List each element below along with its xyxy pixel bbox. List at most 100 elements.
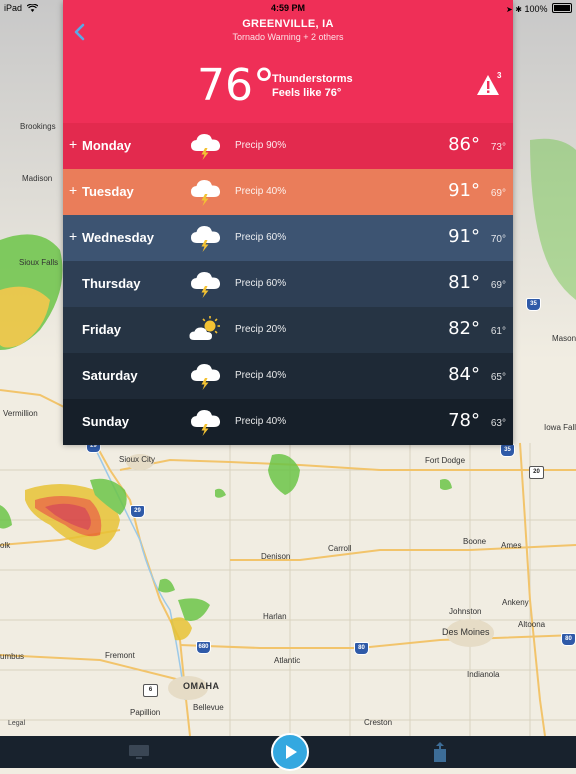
forecast-precip: Precip 40% (235, 370, 287, 381)
partly-sunny-icon (189, 315, 223, 345)
map-city-label: Mason (552, 334, 576, 343)
forecast-row-sunday[interactable]: Sunday Precip 40% 78° 63° (63, 399, 513, 445)
forecast-day-name: Sunday (82, 414, 129, 429)
forecast-row-wednesday[interactable]: + Wednesday Precip 60% 91° 70° (63, 215, 513, 261)
forecast-high-temp: 78° (448, 410, 480, 431)
map-city-label: Iowa Falls (544, 423, 576, 432)
thunderstorm-icon (189, 407, 223, 437)
forecast-row-saturday[interactable]: Saturday Precip 40% 84° 65° (63, 353, 513, 399)
map-city-label: Fort Dodge (425, 456, 466, 465)
forecast-precip: Precip 20% (235, 324, 287, 335)
forecast-low-temp: 63° (490, 418, 506, 429)
share-button[interactable] (432, 741, 448, 763)
forecast-low-temp: 65° (490, 372, 506, 383)
weather-panel: GREENVILLE, IA Tornado Warning + 2 other… (63, 0, 513, 445)
battery-percent: 100% (524, 4, 548, 14)
map-city-label: Fremont (105, 651, 135, 660)
forecast-low-temp: 61° (490, 326, 506, 337)
interstate-shield: 35 (526, 298, 541, 311)
us-highway-shield: 6 (143, 684, 158, 697)
tv-button[interactable] (128, 744, 150, 760)
forecast-high-temp: 84° (448, 364, 480, 385)
map-city-label: Altoona (518, 620, 546, 629)
forecast-precip: Precip 60% (235, 232, 287, 243)
expand-plus-icon[interactable]: + (69, 182, 77, 198)
forecast-precip: Precip 40% (235, 186, 287, 197)
status-right: ➤ ✱ 100% (506, 3, 572, 14)
forecast-day-name: Friday (82, 322, 122, 337)
forecast-day-name: Thursday (82, 276, 141, 291)
forecast-precip: Precip 60% (235, 278, 287, 289)
forecast-row-thursday[interactable]: Thursday Precip 60% 81° 69° (63, 261, 513, 307)
forecast-row-tuesday[interactable]: + Tuesday Precip 40% 91° 69° (63, 169, 513, 215)
map-city-label: Ames (501, 541, 522, 550)
location-name: GREENVILLE, IA (242, 18, 334, 30)
status-time: 4:59 PM (270, 3, 305, 13)
tv-icon (129, 745, 149, 759)
expand-plus-icon[interactable]: + (69, 228, 77, 244)
map-city-label: Atlantic (274, 656, 301, 665)
map-city-label: Boone (463, 537, 487, 546)
forecast-high-temp: 91° (448, 226, 480, 247)
expand-plus-icon[interactable]: + (69, 136, 77, 152)
map-city-label: Papillion (130, 708, 161, 717)
weather-alerts-button[interactable] (474, 71, 508, 99)
map-city-label: Johnston (449, 607, 482, 616)
map-city-label: Vermillion (3, 409, 38, 418)
forecast-day-name: Saturday (82, 368, 138, 383)
interstate-shield: 680 (196, 641, 211, 654)
us-highway-shield: 20 (529, 466, 544, 479)
warning-count-badge: 3 (497, 71, 502, 80)
share-icon (434, 742, 446, 762)
feels-like-text: Feels like 76° (272, 87, 342, 99)
legal-link[interactable]: Legal (8, 720, 25, 727)
forecast-high-temp: 86° (448, 134, 480, 155)
bluetooth-icon: ✱ (515, 5, 522, 14)
forecast-low-temp: 70° (490, 234, 506, 245)
map-city-label: Madison (22, 174, 53, 183)
map-city-label: Indianola (467, 670, 500, 679)
play-icon (286, 745, 297, 759)
alerts-summary[interactable]: Tornado Warning + 2 others (63, 32, 513, 42)
map-city-label: Carroll (328, 544, 352, 553)
current-conditions-header: GREENVILLE, IA Tornado Warning + 2 other… (63, 0, 513, 123)
forecast-row-friday[interactable]: Friday Precip 20% 82° 61° (63, 307, 513, 353)
thunderstorm-icon (189, 131, 223, 161)
thunderstorm-icon (189, 177, 223, 207)
map-city-label: Harlan (263, 612, 287, 621)
thunderstorm-icon (189, 269, 223, 299)
interstate-shield: 80 (561, 633, 576, 646)
forecast-row-monday[interactable]: + Monday Precip 90% 86° 73° (63, 123, 513, 169)
map-city-label: Sioux Falls (19, 258, 59, 267)
map-city-label: Des Moines (442, 627, 490, 637)
forecast-precip: Precip 40% (235, 416, 287, 427)
condition-text: Thunderstorms (272, 73, 353, 85)
thunderstorm-icon (189, 361, 223, 391)
map-city-label: Sioux City (119, 455, 156, 464)
play-button[interactable] (271, 733, 309, 771)
map-city-label: Creston (364, 718, 393, 727)
forecast-high-temp: 81° (448, 272, 480, 293)
current-temperature: 76° (197, 60, 275, 111)
map-city-label: Bellevue (193, 703, 224, 712)
battery-icon (552, 3, 572, 13)
forecast-low-temp: 69° (490, 280, 506, 291)
status-bar: iPad 4:59 PM ➤ ✱ 100% (0, 0, 576, 16)
forecast-day-name: Tuesday (82, 184, 134, 199)
current-condition-block: Thunderstorms Feels like 76° (272, 72, 353, 100)
forecast-low-temp: 69° (490, 188, 506, 199)
map-city-label: Brookings (20, 122, 56, 131)
interstate-shield: 80 (354, 642, 369, 655)
forecast-precip: Precip 90% (235, 140, 287, 151)
interstate-shield: 35 (500, 444, 515, 457)
forecast-day-name: Monday (82, 138, 132, 153)
forecast-day-name: Wednesday (82, 230, 155, 245)
map-city-label: OMAHA (183, 681, 220, 691)
thunderstorm-icon (189, 223, 223, 253)
map-city-label: Denison (261, 552, 291, 561)
map-city-label: olk (0, 541, 11, 550)
forecast-low-temp: 73° (490, 142, 506, 153)
location-arrow-icon: ➤ (506, 5, 513, 14)
interstate-shield: 29 (130, 505, 145, 518)
forecast-high-temp: 91° (448, 180, 480, 201)
